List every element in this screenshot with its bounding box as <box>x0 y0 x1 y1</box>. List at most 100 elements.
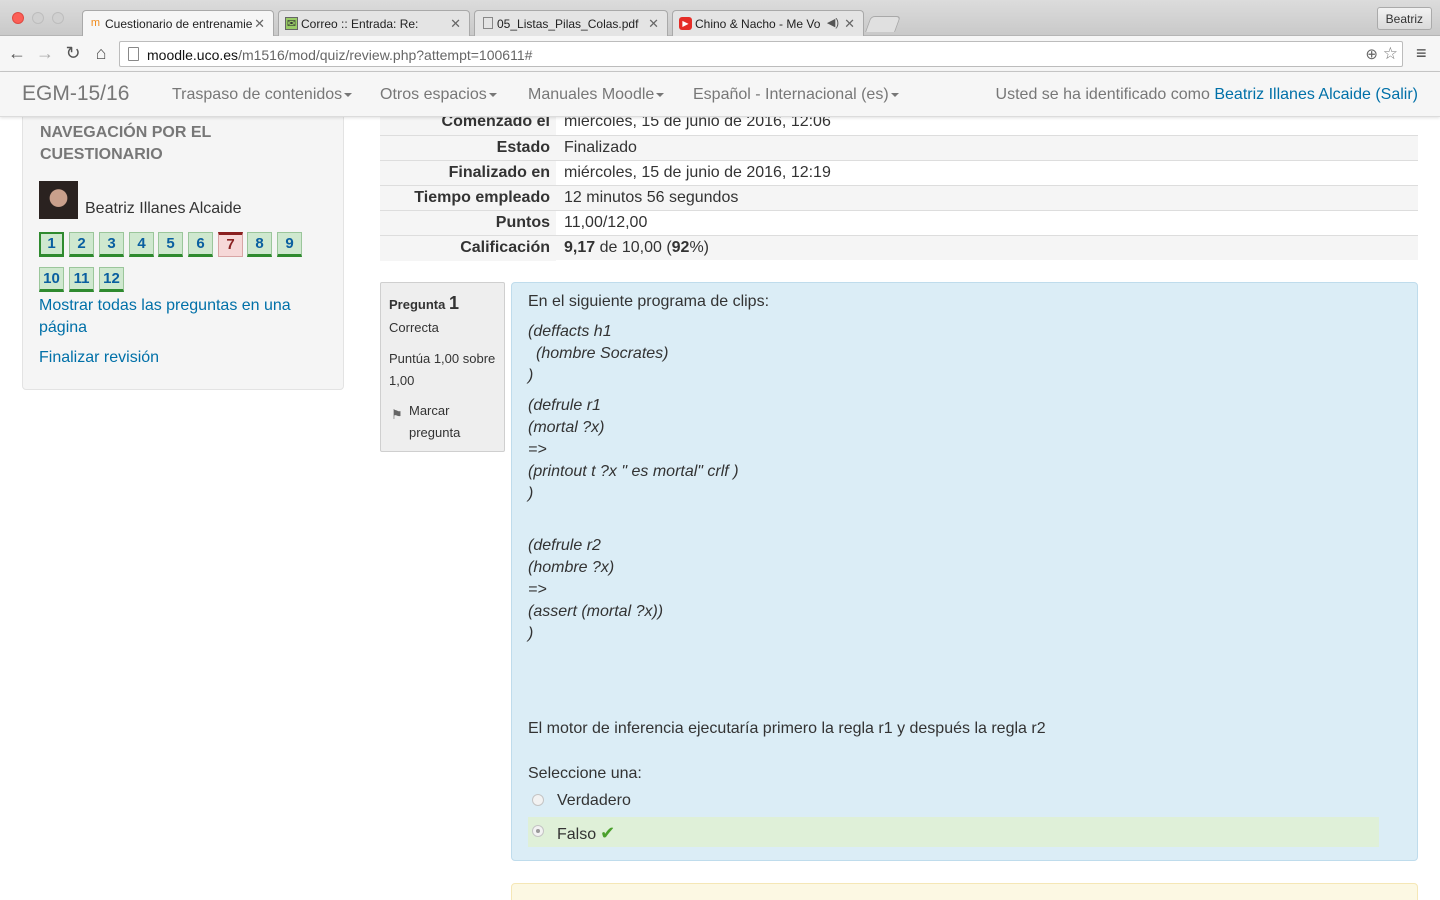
question-button-3[interactable]: 3 <box>99 232 124 257</box>
back-arrow-icon[interactable]: ← <box>6 42 28 64</box>
address-bar[interactable]: moodle.uco.es/m1516/mod/quiz/review.php?… <box>119 41 1403 67</box>
finish-review-link[interactable]: Finalizar revisión <box>39 347 319 369</box>
summary-label: Finalizado en <box>380 161 556 186</box>
summary-value: 11,00/12,00 <box>564 214 648 231</box>
show-all-questions-link[interactable]: Mostrar todas las preguntas en una págin… <box>39 295 319 339</box>
question-intro: En el siguiente programa de clips: <box>528 293 770 310</box>
youtube-icon: ▶ <box>679 17 692 30</box>
attempt-summary-table: Comenzado el miércoles, 15 de junio de 2… <box>380 110 1418 261</box>
logout-link[interactable]: (Salir) <box>1375 86 1418 103</box>
summary-label: Estado <box>380 136 556 161</box>
forward-arrow-icon[interactable]: → <box>34 42 56 64</box>
avatar <box>39 181 78 219</box>
browser-tab[interactable]: m Cuestionario de entrenamie ✕ <box>82 10 274 37</box>
caret-down-icon <box>344 92 353 97</box>
question-label: Pregunta <box>389 297 446 312</box>
caret-down-icon <box>656 92 665 97</box>
caret-down-icon <box>890 92 899 97</box>
browser-tab[interactable]: ✉ Correo :: Entrada: Re: ✕ <box>278 10 470 36</box>
code-line: (mortal ?x) <box>528 419 605 436</box>
mail-icon: ✉ <box>285 17 298 30</box>
menu-icon[interactable]: ≡ <box>1416 44 1430 62</box>
question-button-1[interactable]: 1 <box>39 232 64 257</box>
user-profile-link[interactable]: Beatriz Illanes Alcaide <box>1214 86 1371 103</box>
close-icon[interactable]: ✕ <box>648 16 659 32</box>
summary-row: Puntos 11,00/12,00 <box>380 210 1418 236</box>
tab-title: Correo :: Entrada: Re: <box>301 17 419 31</box>
code-line: (printout t ?x " es mortal" crlf ) <box>528 463 739 480</box>
summary-row: Tiempo empleado 12 minutos 56 segundos <box>380 185 1418 211</box>
question-number-value: 1 <box>448 293 459 313</box>
check-icon: ✔ <box>600 823 616 843</box>
login-prefix: Usted se ha identificado como <box>995 86 1215 103</box>
browser-tab[interactable]: ▶ Chino & Nacho - Me Vo ◀) ✕ <box>672 10 864 36</box>
zoom-icon[interactable]: ⊕ <box>1365 45 1378 63</box>
menu-traspaso[interactable]: Traspaso de contenidos <box>172 86 353 104</box>
summary-label: Puntos <box>380 211 556 236</box>
summary-label: Tiempo empleado <box>380 186 556 211</box>
code-line: (hombre ?x) <box>528 559 615 576</box>
zoom-window-button[interactable] <box>52 12 64 24</box>
question-button-4[interactable]: 4 <box>129 232 154 257</box>
close-icon[interactable]: ✕ <box>254 16 265 32</box>
close-icon[interactable]: ✕ <box>450 16 461 32</box>
code-line: ) <box>528 625 534 642</box>
site-navbar: EGM-15/16 Traspaso de contenidos Otros e… <box>0 72 1440 117</box>
new-tab-button[interactable] <box>865 16 901 32</box>
home-icon[interactable]: ⌂ <box>90 42 112 64</box>
menu-manuales[interactable]: Manuales Moodle <box>528 86 665 104</box>
grade-percent: 92 <box>671 239 690 256</box>
question-statement: El motor de inferencia ejecutaría primer… <box>528 720 1046 737</box>
question-button-12[interactable]: 12 <box>99 267 124 292</box>
question-button-2[interactable]: 2 <box>69 232 94 257</box>
radio-button[interactable] <box>532 794 544 806</box>
summary-row: Finalizado en miércoles, 15 de junio de … <box>380 160 1418 186</box>
summary-label: Calificación <box>380 236 556 261</box>
flag-question-button[interactable]: ⚑ Marcar pregunta <box>389 400 499 444</box>
browser-tab-bar: m Cuestionario de entrenamie ✕ ✉ Correo … <box>0 0 1440 37</box>
radio-button-checked[interactable] <box>532 825 544 837</box>
bookmark-star-icon[interactable]: ☆ <box>1383 44 1398 64</box>
reload-icon[interactable]: ↻ <box>62 42 84 64</box>
option-falso[interactable]: Falso ✔ <box>528 817 1379 847</box>
menu-label: Español - Internacional (es) <box>693 86 889 103</box>
grade-value: 9,17 de 10,00 (92%) <box>564 239 709 257</box>
code-line: => <box>528 441 547 458</box>
question-button-10[interactable]: 10 <box>39 267 64 292</box>
question-button-9[interactable]: 9 <box>277 232 302 257</box>
option-verdadero[interactable]: Verdadero <box>528 786 1379 816</box>
quiz-navigation-block: NAVEGACIÓN POR EL CUESTIONARIO Beatriz I… <box>22 100 344 390</box>
grade-end: %) <box>689 239 709 256</box>
close-icon[interactable]: ✕ <box>844 16 855 32</box>
question-button-7[interactable]: 7 <box>218 232 243 257</box>
site-brand[interactable]: EGM-15/16 <box>22 82 129 106</box>
speaker-icon: ◀) <box>826 17 839 29</box>
menu-label: Otros espacios <box>380 86 487 103</box>
menu-otros-espacios[interactable]: Otros espacios <box>380 86 497 104</box>
select-one-prompt: Seleccione una: <box>528 765 642 782</box>
menu-label: Manuales Moodle <box>528 86 655 103</box>
browser-toolbar: ← → ↻ ⌂ moodle.uco.es/m1516/mod/quiz/rev… <box>0 36 1440 72</box>
summary-row: Calificación 9,17 de 10,00 (92%) <box>380 235 1418 261</box>
question-button-11[interactable]: 11 <box>69 267 94 292</box>
code-line: ) <box>528 485 534 502</box>
grade-middle: de 10,00 ( <box>595 239 672 256</box>
close-window-button[interactable] <box>12 12 24 24</box>
profile-button[interactable]: Beatriz <box>1376 7 1432 30</box>
option-label: Falso ✔ <box>557 823 615 844</box>
question-button-8[interactable]: 8 <box>247 232 272 257</box>
menu-language[interactable]: Español - Internacional (es) <box>693 86 899 104</box>
question-state: Correcta <box>389 320 439 335</box>
minimize-window-button[interactable] <box>32 12 44 24</box>
question-button-6[interactable]: 6 <box>188 232 213 257</box>
question-content: En el siguiente programa de clips: (deff… <box>511 282 1418 861</box>
question-info: Pregunta 1 Correcta Puntúa 1,00 sobre 1,… <box>380 282 505 452</box>
page-icon <box>483 17 493 29</box>
tab-title: 05_Listas_Pilas_Colas.pdf <box>497 17 639 31</box>
summary-value: miércoles, 15 de junio de 2016, 12:19 <box>564 164 831 181</box>
browser-tab[interactable]: 05_Listas_Pilas_Colas.pdf ✕ <box>474 10 668 36</box>
code-line: (hombre Socrates) <box>536 345 669 362</box>
menu-label: Traspaso de contenidos <box>172 86 343 103</box>
code-line: (assert (mortal ?x)) <box>528 603 664 620</box>
question-button-5[interactable]: 5 <box>158 232 183 257</box>
